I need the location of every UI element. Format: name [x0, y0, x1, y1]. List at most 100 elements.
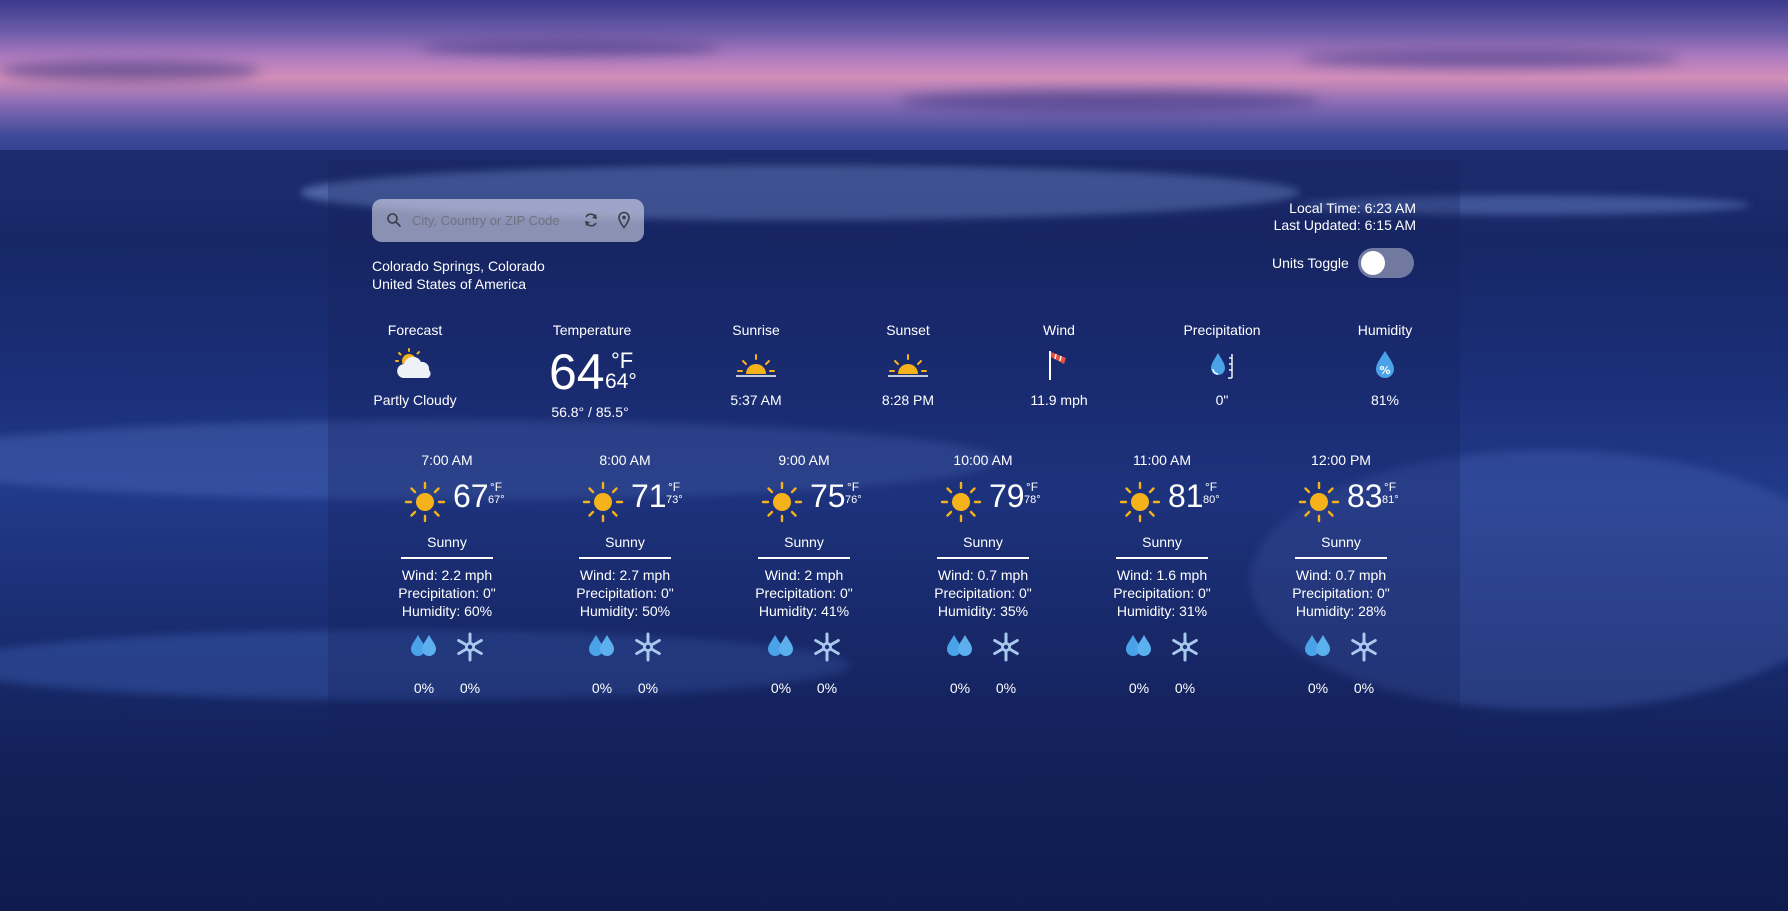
rain-drops-icon [1123, 631, 1155, 665]
hour-condition: Sunny [605, 534, 645, 550]
hourly-forecast-4: 11:00 AM 81 °F 80° Sunny Wind: 1.6 mph P… [1092, 452, 1232, 696]
cloud-band [900, 90, 1320, 112]
sunny-icon [1118, 480, 1162, 529]
hour-temp: 71 [631, 478, 667, 514]
hourly-forecast-5: 12:00 PM 83 °F 81° Sunny Wind: 0.7 mph P… [1271, 452, 1411, 696]
hour-condition: Sunny [1142, 534, 1182, 550]
hour-feels-like: 80° [1203, 494, 1220, 506]
last-updated: Last Updated: 6:15 AM [1273, 217, 1416, 233]
hour-time: 8:00 AM [599, 452, 651, 468]
hour-precipitation: Precipitation: 0" [755, 585, 853, 601]
snowflake-icon [990, 631, 1022, 665]
humidity-drop-icon: % [1315, 340, 1455, 390]
rain-chance: 0% [770, 680, 792, 696]
rain-drops-icon [944, 631, 976, 665]
sunny-icon [760, 480, 804, 529]
search-bar[interactable] [372, 199, 644, 242]
sunny-icon [1297, 480, 1341, 529]
hour-wind: Wind: 2 mph [764, 567, 844, 583]
hour-details: Wind: 2.7 mph Precipitation: 0" Humidity… [555, 566, 695, 620]
hourly-forecast-1: 8:00 AM 71 °F 73° Sunny Wind: 2.7 mph Pr… [555, 452, 695, 696]
divider [1116, 557, 1208, 559]
hour-condition: Sunny [427, 534, 467, 550]
hour-feels-like: 67° [488, 494, 505, 506]
location-city: Colorado Springs, Colorado [372, 258, 545, 274]
current-temperature: 64 °F 64° [545, 344, 695, 400]
hour-time: 9:00 AM [778, 452, 830, 468]
search-icon [386, 212, 402, 233]
snowflake-icon [454, 631, 486, 665]
divider [758, 557, 850, 559]
svg-text:%: % [1379, 364, 1390, 377]
summary-temperature: Temperature [522, 322, 662, 340]
hour-humidity: Humidity: 35% [937, 603, 1029, 619]
search-input[interactable] [412, 209, 562, 231]
divider [1295, 557, 1387, 559]
hour-temp: 75 [810, 478, 846, 514]
rain-drops-icon [765, 631, 797, 665]
hourly-forecast-2: 9:00 AM 75 °F 76° Sunny Wind: 2 mph Prec… [734, 452, 874, 696]
refresh-icon[interactable] [582, 211, 600, 229]
hour-wind: Wind: 0.7 mph [1295, 567, 1387, 583]
hour-feels-like: 76° [845, 494, 862, 506]
forecast-value: Partly Cloudy [373, 392, 457, 408]
feels-like-temp: 64° [605, 370, 637, 393]
units-toggle[interactable] [1357, 248, 1414, 278]
hour-condition: Sunny [1321, 534, 1361, 550]
hour-feels-like: 81° [1382, 494, 1399, 506]
hourly-forecast-3: 10:00 AM 79 °F 78° Sunny Wind: 0.7 mph P… [913, 452, 1053, 696]
cloud-band [0, 60, 260, 82]
snow-chance: 0% [995, 680, 1017, 696]
hour-wind: Wind: 0.7 mph [937, 567, 1029, 583]
local-time: Local Time: 6:23 AM [1289, 200, 1416, 216]
sunset-time: 8:28 PM [881, 392, 935, 408]
location-country: United States of America [372, 276, 527, 292]
rain-drops-icon [586, 631, 618, 665]
location-name: Colorado Springs, Colorado United States… [372, 257, 545, 293]
rain-drops-icon [1302, 631, 1334, 665]
hour-time: 7:00 AM [421, 452, 473, 468]
hour-wind: Wind: 1.6 mph [1116, 567, 1208, 583]
summary-forecast: Forecast Partly Cloudy [345, 322, 485, 408]
hourly-forecast-0: 7:00 AM 67 °F 67° Sunny Wind: 2.2 mph Pr… [377, 452, 517, 696]
hour-temp-unit: °F [668, 480, 681, 494]
hour-feels-like: 73° [666, 494, 683, 506]
snow-chance: 0% [1353, 680, 1375, 696]
sunny-icon [939, 480, 983, 529]
time-info: Local Time: 6:23 AM Last Updated: 6:15 A… [1274, 200, 1416, 234]
windsock-icon [989, 340, 1129, 390]
cloud-band [420, 40, 720, 56]
hour-temp-unit: °F [1205, 480, 1218, 494]
precipitation-heading: Precipitation [1183, 322, 1261, 338]
hour-temp: 81 [1168, 478, 1204, 514]
sunny-icon [581, 480, 625, 529]
temperature-range: 56.8° / 85.5° [551, 404, 629, 420]
divider [401, 557, 493, 559]
sunset-heading: Sunset [886, 322, 930, 338]
hour-humidity: Humidity: 31% [1116, 603, 1208, 619]
summary-sunrise: Sunrise 5:37 AM [686, 322, 826, 408]
snow-chance: 0% [459, 680, 481, 696]
sunset-icon [838, 340, 978, 390]
hour-time: 12:00 PM [1311, 452, 1371, 468]
sunrise-icon [686, 340, 826, 390]
toggle-knob [1360, 251, 1385, 275]
cloud-band [1300, 50, 1680, 68]
sunny-icon [403, 480, 447, 529]
hour-condition: Sunny [784, 534, 824, 550]
hour-temp: 83 [1347, 478, 1383, 514]
humidity-value: 81% [1370, 392, 1400, 408]
partly-cloudy-icon [345, 340, 485, 390]
forecast-heading: Forecast [387, 322, 443, 338]
sunrise-heading: Sunrise [732, 322, 780, 338]
summary-humidity: Humidity % 81% [1315, 322, 1455, 408]
hour-feels-like: 78° [1024, 494, 1041, 506]
hour-precipitation: Precipitation: 0" [398, 585, 496, 601]
location-pin-icon[interactable] [615, 211, 633, 229]
hour-precipitation: Precipitation: 0" [934, 585, 1032, 601]
hour-details: Wind: 2.2 mph Precipitation: 0" Humidity… [377, 566, 517, 620]
rain-chance: 0% [413, 680, 435, 696]
sunrise-time: 5:37 AM [730, 392, 782, 408]
summary-precipitation: Precipitation 0" [1152, 322, 1292, 408]
hour-wind: Wind: 2.2 mph [401, 567, 493, 583]
